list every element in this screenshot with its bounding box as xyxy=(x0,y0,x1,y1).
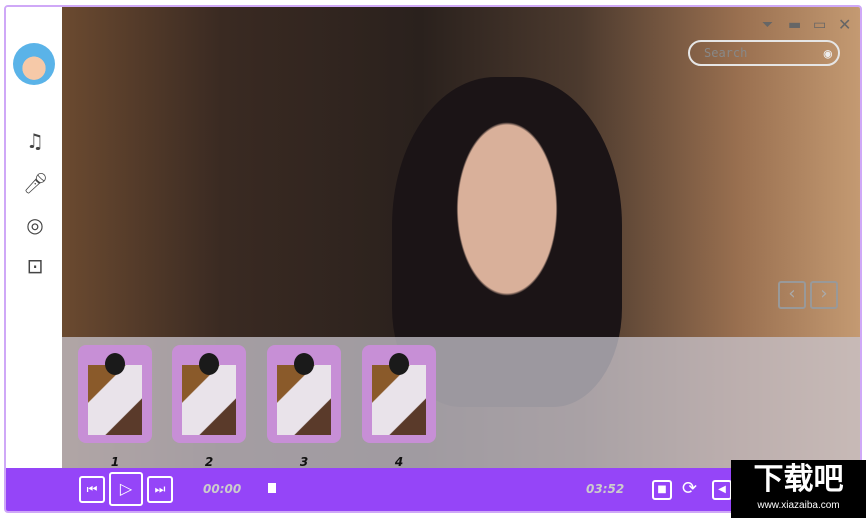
dropdown-menu-icon[interactable]: ⏷ xyxy=(762,17,773,33)
album-label: 2 xyxy=(204,455,214,469)
sidebar-item-microphone[interactable]: 🎤︎ xyxy=(23,171,49,195)
album-cover[interactable] xyxy=(362,345,436,443)
play-button[interactable]: ▷ xyxy=(109,472,143,506)
playlist-button[interactable]: ■ xyxy=(652,480,672,500)
microphone-icon: 🎤︎ xyxy=(23,171,49,195)
repeat-icon[interactable]: ⟳ xyxy=(682,478,697,499)
maximize-icon[interactable]: ▭ xyxy=(813,17,826,33)
watermark-text: 下载吧 xyxy=(753,462,844,497)
album-cover[interactable] xyxy=(78,345,152,443)
album-cover[interactable] xyxy=(172,345,246,443)
sidebar-item-radio[interactable]: ⊡ xyxy=(23,254,47,278)
close-icon[interactable]: ✕ xyxy=(838,15,851,34)
avatar[interactable] xyxy=(13,43,55,85)
watermark-url: www.xiazaiba.com xyxy=(757,500,840,511)
album-label: 3 xyxy=(299,455,309,469)
watermark-logo: 下载吧 www.xiazaiba.com xyxy=(731,460,866,518)
minimize-icon[interactable]: ▬ xyxy=(788,17,801,33)
list-icon: ■ xyxy=(657,484,667,495)
search-input[interactable]: Search ◉ xyxy=(688,40,840,66)
skip-back-icon: ⏮ xyxy=(86,482,98,496)
search-placeholder: Search xyxy=(704,46,748,60)
current-time: 00:00 xyxy=(203,482,242,496)
album-cover[interactable] xyxy=(267,345,341,443)
main-area: ⏷ ▬ ▭ ✕ Search ◉ ‹ › 1 2 3 4 xyxy=(62,7,860,472)
previous-track-button[interactable]: ⏮ xyxy=(79,476,105,503)
volume-button[interactable]: ◀ xyxy=(712,480,732,500)
album-label: 1 xyxy=(110,455,120,469)
music-note-icon: ♫ xyxy=(26,129,44,153)
podcast-icon[interactable]: ◉ xyxy=(824,43,832,65)
volume-icon: ◀ xyxy=(718,484,726,495)
sidebar: ♫ 🎤︎ ◎ ⊡ xyxy=(6,7,62,472)
skip-forward-icon: ⏭ xyxy=(154,482,166,496)
album-label: 4 xyxy=(394,455,404,469)
circles-icon: ◎ xyxy=(26,213,44,237)
next-arrow-button[interactable]: › xyxy=(810,281,838,309)
album-strip: 1 2 3 4 xyxy=(62,337,860,472)
sidebar-item-circles[interactable]: ◎ xyxy=(23,213,47,237)
play-icon: ▷ xyxy=(119,479,133,498)
total-time: 03:52 xyxy=(586,482,625,496)
radio-icon: ⊡ xyxy=(26,254,44,278)
progress-handle[interactable] xyxy=(268,483,276,493)
prev-arrow-button[interactable]: ‹ xyxy=(778,281,806,309)
next-track-button[interactable]: ⏭ xyxy=(147,476,173,503)
app-window: ♫ 🎤︎ ◎ ⊡ ⏷ ▬ ▭ ✕ Search ◉ ‹ › 1 2 3 4 ⏮ … xyxy=(4,5,862,513)
sidebar-item-music[interactable]: ♫ xyxy=(23,129,47,153)
